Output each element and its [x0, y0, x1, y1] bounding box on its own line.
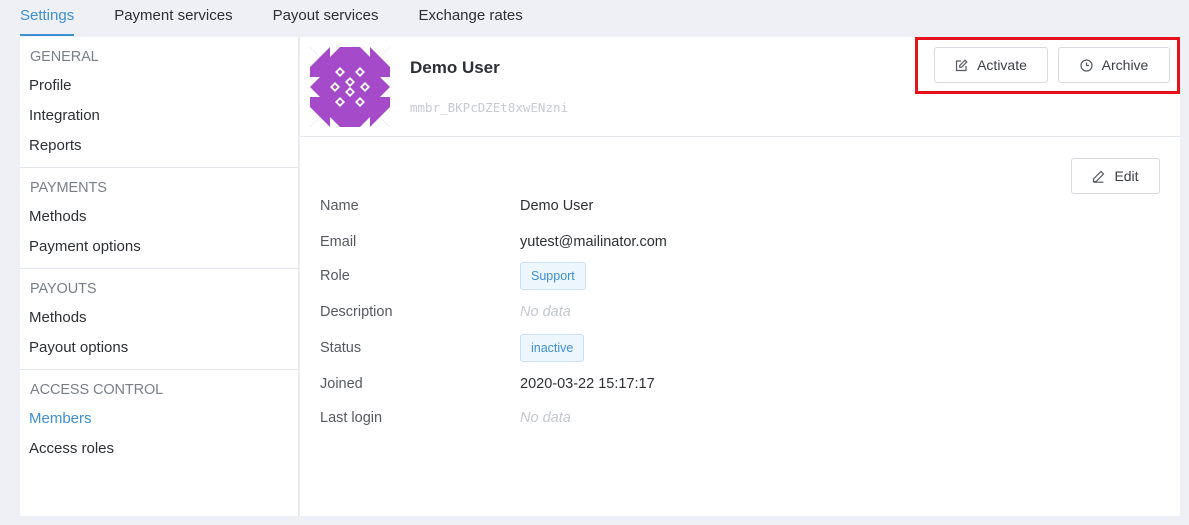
edit-square-icon: [955, 58, 968, 72]
detail-row-description: Description No data: [320, 296, 1160, 332]
detail-value-description: No data: [520, 304, 571, 320]
member-detail-panel: Demo User mmbr_BKPcDZEt8xwENzni Activate…: [300, 37, 1180, 516]
sidebar-section-access-control: ACCESS CONTROL Members Access roles: [20, 370, 298, 470]
role-badge: Support: [520, 262, 586, 290]
archive-button[interactable]: Archive: [1058, 47, 1170, 83]
detail-label: Joined: [320, 376, 363, 392]
detail-row-role: Role Support: [320, 260, 1160, 296]
detail-row-last-login: Last login No data: [320, 402, 1160, 438]
detail-value-email: yutest@mailinator.com: [520, 234, 667, 250]
member-details: Name Demo User Email yutest@mailinator.c…: [320, 190, 1160, 438]
member-name: Demo User: [410, 58, 500, 77]
identicon-avatar: [310, 47, 390, 127]
member-id: mmbr_BKPcDZEt8xwENzni: [410, 100, 569, 115]
detail-row-joined: Joined 2020-03-22 15:17:17: [320, 368, 1160, 402]
tab-exchange-rates[interactable]: Exchange rates: [418, 7, 522, 36]
sidebar-section-general: GENERAL Profile Integration Reports: [20, 37, 298, 168]
sidebar-item-profile[interactable]: Profile: [20, 71, 298, 101]
activate-button-label: Activate: [977, 57, 1027, 73]
tab-settings[interactable]: Settings: [20, 7, 75, 36]
sidebar-item-payout-options[interactable]: Payout options: [20, 333, 298, 363]
archive-button-label: Archive: [1101, 57, 1149, 73]
detail-label: Name: [320, 198, 359, 214]
sidebar-item-payment-methods[interactable]: Methods: [20, 202, 298, 232]
activate-button[interactable]: Activate: [934, 47, 1048, 83]
edit-button-label: Edit: [1114, 168, 1139, 184]
sidebar: GENERAL Profile Integration Reports PAYM…: [20, 37, 299, 516]
detail-label: Status: [320, 340, 362, 356]
sidebar-heading-general: GENERAL: [30, 49, 99, 65]
detail-label: Description: [320, 304, 393, 320]
detail-label: Email: [320, 234, 357, 250]
sidebar-section-payments: PAYMENTS Methods Payment options: [20, 168, 298, 269]
sidebar-item-integration[interactable]: Integration: [20, 101, 298, 131]
detail-value-last-login: No data: [520, 410, 571, 426]
sidebar-item-reports[interactable]: Reports: [20, 131, 298, 161]
pencil-icon: [1092, 170, 1105, 183]
sidebar-heading-access-control: ACCESS CONTROL: [30, 382, 164, 398]
status-badge: inactive: [520, 334, 585, 362]
detail-label: Last login: [320, 410, 383, 426]
detail-label: Role: [320, 268, 350, 284]
detail-row-name: Name Demo User: [320, 190, 1160, 226]
top-tab-bar: Settings Payment services Payout service…: [0, 0, 1189, 36]
sidebar-item-payment-options[interactable]: Payment options: [20, 232, 298, 262]
sidebar-item-access-roles[interactable]: Access roles: [20, 434, 298, 464]
sidebar-heading-payments: PAYMENTS: [30, 180, 107, 196]
detail-row-email: Email yutest@mailinator.com: [320, 226, 1160, 260]
clock-icon: [1080, 58, 1093, 72]
tab-payout-services[interactable]: Payout services: [273, 7, 379, 36]
detail-row-status: Status inactive: [320, 332, 1160, 368]
detail-value-joined: 2020-03-22 15:17:17: [520, 376, 655, 392]
sidebar-heading-payouts: PAYOUTS: [30, 281, 97, 297]
member-header: Demo User mmbr_BKPcDZEt8xwENzni Activate…: [300, 37, 1180, 137]
tab-payment-services[interactable]: Payment services: [114, 7, 232, 36]
sidebar-item-members[interactable]: Members: [20, 404, 298, 434]
detail-value-name: Demo User: [520, 198, 594, 214]
sidebar-item-payout-methods[interactable]: Methods: [20, 303, 298, 333]
sidebar-section-payouts: PAYOUTS Methods Payout options: [20, 269, 298, 370]
edit-button[interactable]: Edit: [1071, 158, 1160, 194]
